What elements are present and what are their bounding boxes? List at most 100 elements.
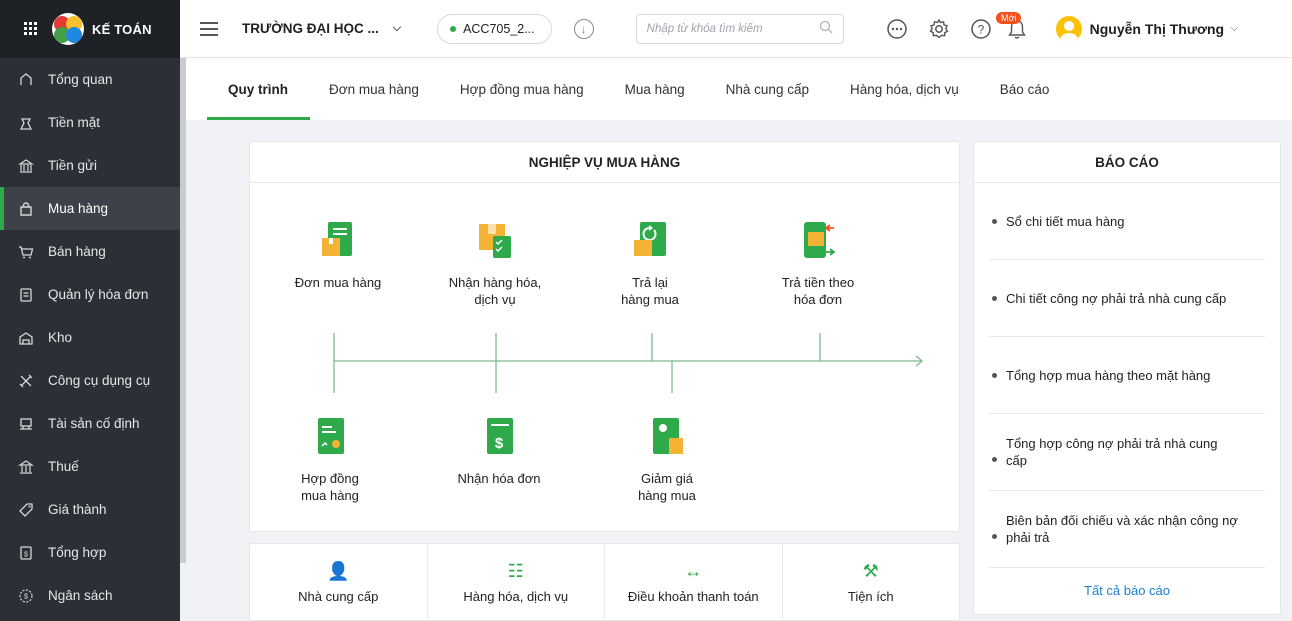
step-receive-goods[interactable]: Nhận hàng hóa, dịch vụ bbox=[430, 220, 560, 308]
svg-text:?: ? bbox=[977, 22, 984, 36]
purchase-order-icon bbox=[322, 222, 352, 256]
step-label: hàng mua bbox=[638, 488, 696, 503]
bullet bbox=[992, 218, 997, 224]
bullet bbox=[992, 295, 997, 301]
top-bar: TRƯỜNG ĐẠI HỌC ... ⌵ ACC705_2... ↓ ? Mới… bbox=[180, 0, 1292, 58]
shortcut-label: Tiện ích bbox=[847, 588, 894, 604]
sidebar-item[interactable]: Bán hàng bbox=[0, 230, 180, 273]
tab[interactable]: Quy trình bbox=[207, 58, 310, 120]
step-pay-invoice[interactable]: Trả tiền theo hóa đơn bbox=[758, 220, 878, 308]
app-logo bbox=[52, 13, 84, 45]
svg-text:$: $ bbox=[24, 593, 28, 600]
report-text: Sổ chi tiết mua hàng bbox=[1006, 213, 1125, 230]
budget-icon: $ bbox=[18, 588, 34, 604]
report-item[interactable]: Biên bản đối chiếu và xác nhận công nợ ph… bbox=[989, 491, 1265, 568]
module-tabs: Quy trình Đơn mua hàng Hợp đồng mua hàng Mu… bbox=[186, 58, 1292, 120]
sidebar-item[interactable]: Giá thành bbox=[0, 488, 180, 531]
tab[interactable]: Mua hàng bbox=[625, 58, 685, 120]
sidebar-item[interactable]: Thuế bbox=[0, 445, 180, 488]
report-list: Sổ chi tiết mua hàng Chi tiết công nợ phả… bbox=[974, 183, 1280, 568]
shortcut-item[interactable]: ⚒ Tiện ích bbox=[783, 544, 960, 620]
database-name: ACC705_2... bbox=[463, 21, 535, 36]
process-title: NGHIỆP VỤ MUA HÀNG bbox=[250, 142, 959, 183]
shortcut-item[interactable]: ☷ Hàng hóa, dịch vụ bbox=[428, 544, 605, 620]
brand: KẾ TOÁN bbox=[0, 0, 180, 58]
sidebar-scrollbar[interactable] bbox=[180, 58, 186, 563]
help-icon[interactable]: ? bbox=[970, 18, 992, 40]
sidebar-item[interactable]: Tổng quan bbox=[0, 58, 180, 101]
status-dot bbox=[450, 25, 457, 32]
bank-icon bbox=[18, 158, 34, 174]
pay-invoice-icon bbox=[804, 222, 836, 258]
sidebar-item-label: Tiền gửi bbox=[48, 158, 98, 173]
purchase-contract-icon bbox=[318, 418, 344, 454]
organization-selector[interactable]: TRƯỜNG ĐẠI HỌC ... ⌵ bbox=[242, 21, 401, 36]
tab[interactable]: Hàng hóa, dịch vụ bbox=[850, 58, 959, 120]
sidebar-item-label: Ngân sách bbox=[48, 588, 113, 603]
report-text: Tổng hợp công nợ phải trả nhà cung cấp bbox=[1006, 435, 1217, 469]
search-box bbox=[635, 13, 844, 44]
sidebar-item-label: Kho bbox=[48, 330, 73, 345]
settings-gear-icon[interactable] bbox=[928, 18, 950, 40]
report-line: phải trả bbox=[1006, 530, 1050, 545]
step-label: dịch vụ bbox=[474, 292, 516, 307]
download-icon[interactable]: ↓ bbox=[573, 18, 594, 39]
sidebar-item-label: Tiền mặt bbox=[48, 115, 101, 130]
shortcut-bar: 👤 Nhà cung cấp ☷ Hàng hóa, dịch vụ ↔ Điều kho… bbox=[249, 543, 960, 621]
step-purchase-order[interactable]: Đơn mua hàng bbox=[278, 220, 398, 291]
sidebar-item-label: Bán hàng bbox=[48, 244, 106, 259]
step-receive-invoice[interactable]: $ Nhận hóa đơn bbox=[444, 416, 554, 487]
invoice-icon bbox=[18, 287, 34, 303]
sidebar-item[interactable]: Quản lý hóa đơn bbox=[0, 273, 180, 316]
sidebar-item-label: Tài sản cố định bbox=[48, 416, 140, 431]
report-text: Biên bản đối chiếu và xác nhận công nợ ph… bbox=[1006, 512, 1238, 546]
shortcut-label: Hàng hóa, dịch vụ bbox=[463, 588, 569, 604]
supplier-icon: 👤 bbox=[327, 560, 350, 581]
shortcut-item[interactable]: 👤 Nhà cung cấp bbox=[250, 544, 428, 620]
tab[interactable]: Đơn mua hàng bbox=[329, 58, 419, 120]
report-item[interactable]: Tổng hợp mua hàng theo mặt hàng bbox=[989, 337, 1265, 414]
tax-icon bbox=[18, 459, 34, 475]
sidebar-item[interactable]: Kho bbox=[0, 316, 180, 359]
all-reports-link[interactable]: Tất cả báo cáo bbox=[974, 568, 1280, 612]
menu-toggle-icon[interactable] bbox=[200, 21, 218, 36]
sidebar-item[interactable]: Công cụ dụng cụ bbox=[0, 359, 180, 402]
sidebar-item[interactable]: Tiền gửi bbox=[0, 144, 180, 187]
tab[interactable]: Nhà cung cấp bbox=[726, 58, 809, 120]
sidebar-item[interactable]: $ Tổng hợp bbox=[0, 531, 180, 574]
search-icon[interactable] bbox=[819, 20, 833, 37]
sidebar: KẾ TOÁN Tổng quan Tiền mặt Tiền gửi Mua hàn… bbox=[0, 0, 180, 621]
sidebar-item[interactable]: Tài sản cố định bbox=[0, 402, 180, 445]
shortcut-item[interactable]: ↔ Điều khoản thanh toán bbox=[605, 544, 783, 620]
report-line: Chi tiết công nợ phải trả nhà cung cấp bbox=[1006, 290, 1227, 306]
sidebar-item[interactable]: Mua hàng bbox=[0, 187, 180, 230]
step-label: Trả lại bbox=[632, 275, 668, 290]
step-purchase-return[interactable]: Trả lại hàng mua bbox=[590, 220, 710, 308]
user-menu[interactable]: Nguyễn Thị Thương ⌵ bbox=[1055, 15, 1238, 42]
utilities-icon: ⚒ bbox=[862, 560, 879, 581]
tab[interactable]: Hợp đồng mua hàng bbox=[460, 58, 584, 120]
step-purchase-contract[interactable]: Hợp đồng mua hàng bbox=[280, 416, 380, 504]
sidebar-item-label: Tổng hợp bbox=[48, 545, 107, 560]
sidebar-item[interactable]: Tiền mặt bbox=[0, 101, 180, 144]
sidebar-item[interactable]: $ Ngân sách bbox=[0, 574, 180, 617]
chevron-down-icon: ⌵ bbox=[392, 22, 402, 34]
report-item[interactable]: Sổ chi tiết mua hàng bbox=[989, 183, 1265, 260]
report-line: Sổ chi tiết mua hàng bbox=[1006, 213, 1125, 229]
search-input[interactable] bbox=[646, 22, 807, 35]
report-line: Tổng hợp mua hàng theo mặt hàng bbox=[1006, 367, 1211, 383]
database-selector[interactable]: ACC705_2... bbox=[437, 13, 552, 44]
app-grid-icon[interactable] bbox=[24, 22, 38, 36]
report-text: Chi tiết công nợ phải trả nhà cung cấp bbox=[1006, 290, 1226, 307]
report-panel: BÁO CÁO Sổ chi tiết mua hàng Chi tiết côn… bbox=[973, 141, 1281, 615]
shopping-bag-icon bbox=[18, 201, 34, 217]
tab[interactable]: Báo cáo bbox=[1000, 58, 1050, 120]
app-title: KẾ TOÁN bbox=[92, 21, 152, 37]
report-item[interactable]: Tổng hợp công nợ phải trả nhà cung cấp bbox=[989, 414, 1265, 491]
report-item[interactable]: Chi tiết công nợ phải trả nhà cung cấp bbox=[989, 260, 1265, 337]
sidebar-item-label: Giá thành bbox=[48, 502, 107, 517]
step-purchase-discount[interactable]: Giảm giá hàng mua bbox=[612, 416, 722, 504]
step-label: Giảm giá bbox=[640, 471, 694, 486]
chat-icon[interactable] bbox=[886, 18, 908, 40]
step-label: hàng mua bbox=[621, 292, 679, 307]
